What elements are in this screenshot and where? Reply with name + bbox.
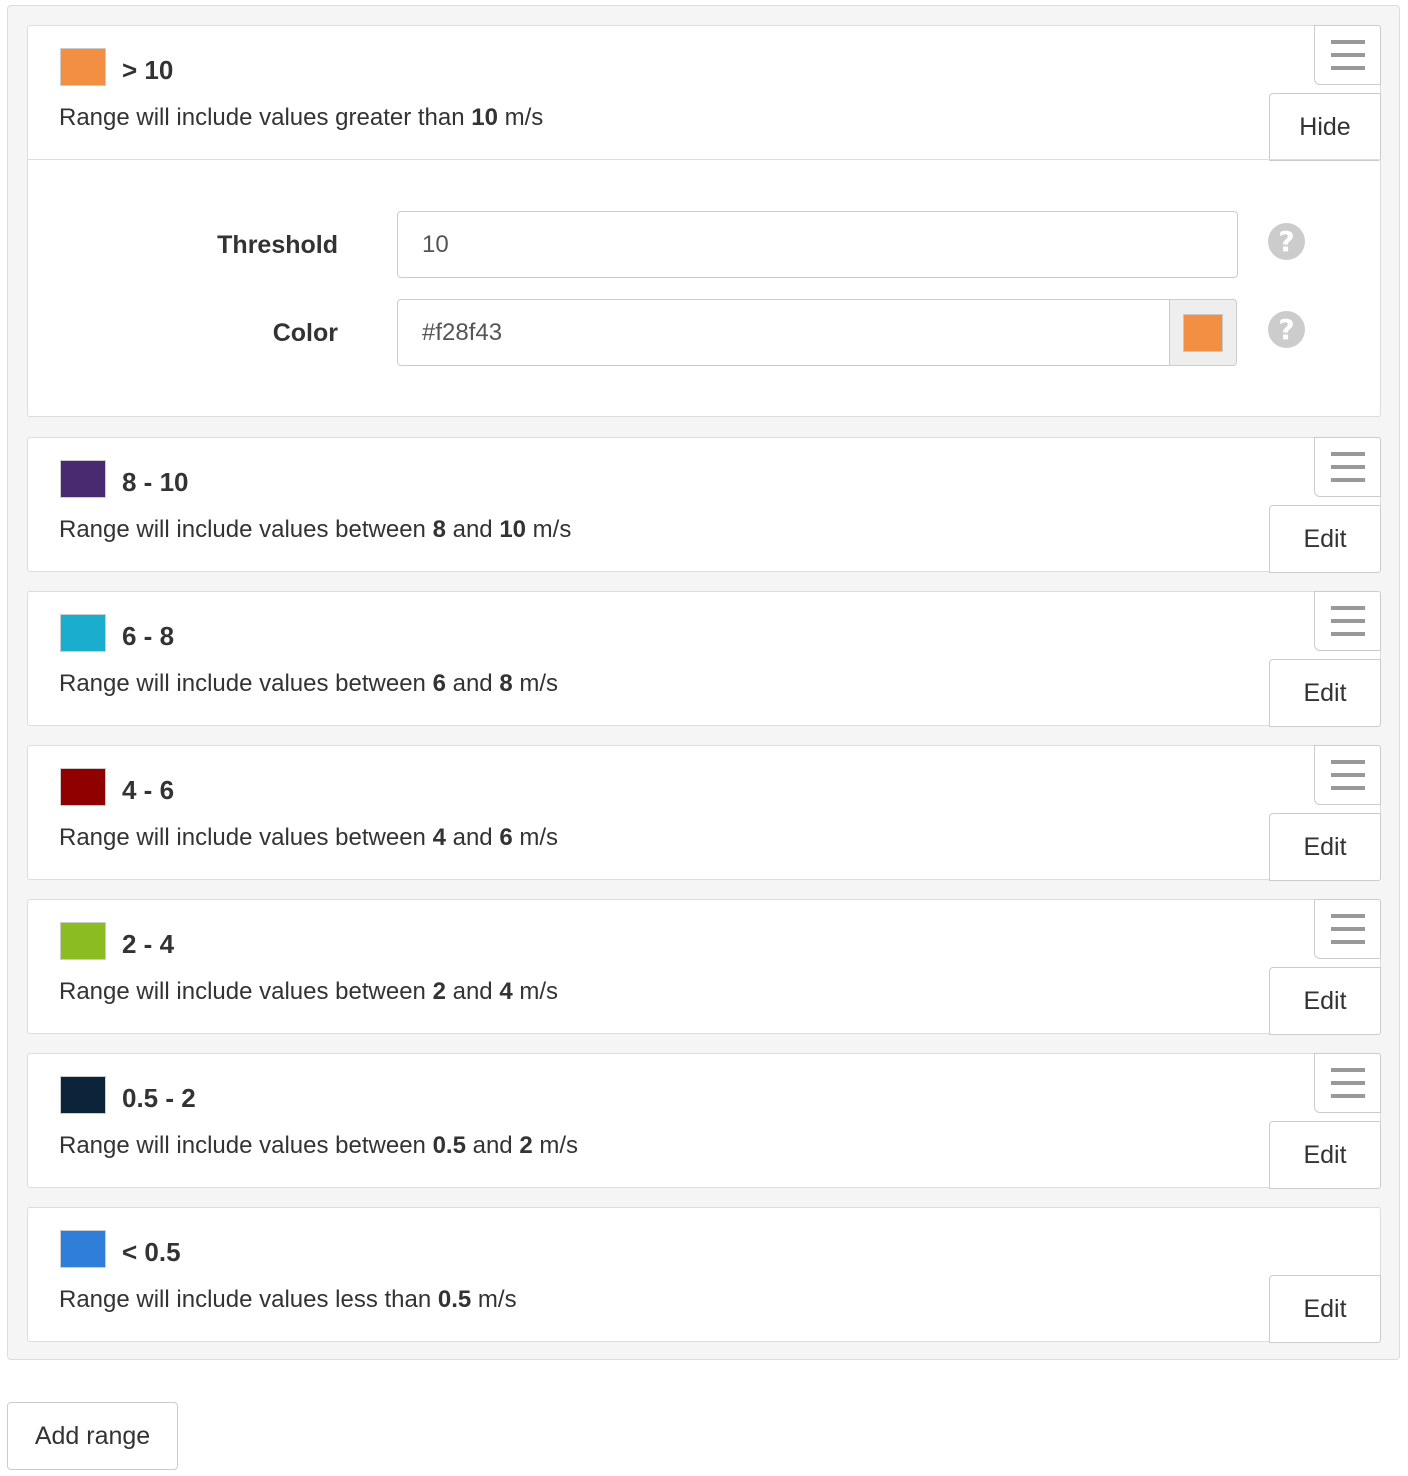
range-description: Range will include values greater than 1… <box>59 104 544 131</box>
range-color-swatch <box>60 460 106 498</box>
range-description: Range will include values between 8 and … <box>59 516 572 543</box>
range-panel: 0.5 - 2 Range will include values betwee… <box>27 1053 1381 1189</box>
range-color-swatch <box>60 48 106 86</box>
range-title: 6 - 8 <box>122 621 175 651</box>
panel-divider <box>28 159 1380 160</box>
color-input[interactable] <box>397 299 1170 366</box>
range-description: Range will include values between 0.5 an… <box>59 1132 579 1159</box>
range-description: Range will include values between 4 and … <box>59 824 558 851</box>
threshold-input[interactable] <box>397 211 1238 278</box>
color-picker-button[interactable] <box>1169 299 1237 366</box>
range-color-swatch <box>60 922 106 960</box>
drag-handle-icon[interactable] <box>1314 437 1381 497</box>
help-icon[interactable]: ? <box>1268 223 1305 260</box>
range-title: 8 - 10 <box>122 467 189 497</box>
range-panel: < 0.5 Range will include values less tha… <box>27 1207 1381 1343</box>
range-description: Range will include values less than 0.5 … <box>59 1286 517 1313</box>
threshold-label: Threshold <box>217 231 338 259</box>
range-title: > 10 <box>122 55 174 85</box>
hide-button[interactable]: Hide <box>1269 93 1381 161</box>
add-range-button[interactable]: Add range <box>7 1402 178 1470</box>
edit-button[interactable]: Edit <box>1269 813 1381 881</box>
range-color-swatch <box>60 1230 106 1268</box>
help-icon[interactable]: ? <box>1268 311 1305 348</box>
range-description: Range will include values between 6 and … <box>59 670 558 697</box>
edit-button[interactable]: Edit <box>1269 1275 1381 1343</box>
range-title: 2 - 4 <box>122 929 175 959</box>
range-panel: 6 - 8 Range will include values between … <box>27 591 1381 727</box>
range-panel: > 10 Range will include values greater t… <box>27 25 1381 417</box>
range-panel: 2 - 4 Range will include values between … <box>27 899 1381 1035</box>
drag-handle-icon[interactable] <box>1314 1053 1381 1113</box>
drag-handle-icon[interactable] <box>1314 591 1381 651</box>
range-color-swatch <box>60 768 106 806</box>
range-color-swatch <box>60 614 106 652</box>
edit-button[interactable]: Edit <box>1269 1121 1381 1189</box>
range-description: Range will include values between 2 and … <box>59 978 558 1005</box>
range-color-swatch <box>60 1076 106 1114</box>
color-preview-swatch <box>1183 313 1223 352</box>
range-title: 4 - 6 <box>122 775 175 805</box>
edit-button[interactable]: Edit <box>1269 659 1381 727</box>
color-label: Color <box>272 319 338 347</box>
drag-handle-icon[interactable] <box>1314 25 1381 85</box>
range-panel: 4 - 6 Range will include values between … <box>27 745 1381 881</box>
edit-button[interactable]: Edit <box>1269 967 1381 1035</box>
edit-button[interactable]: Edit <box>1269 505 1381 573</box>
range-title: < 0.5 <box>122 1237 181 1267</box>
drag-handle-icon[interactable] <box>1314 745 1381 805</box>
drag-handle-icon[interactable] <box>1314 899 1381 959</box>
range-title: 0.5 - 2 <box>122 1083 196 1113</box>
range-panel: 8 - 10 Range will include values between… <box>27 437 1381 573</box>
